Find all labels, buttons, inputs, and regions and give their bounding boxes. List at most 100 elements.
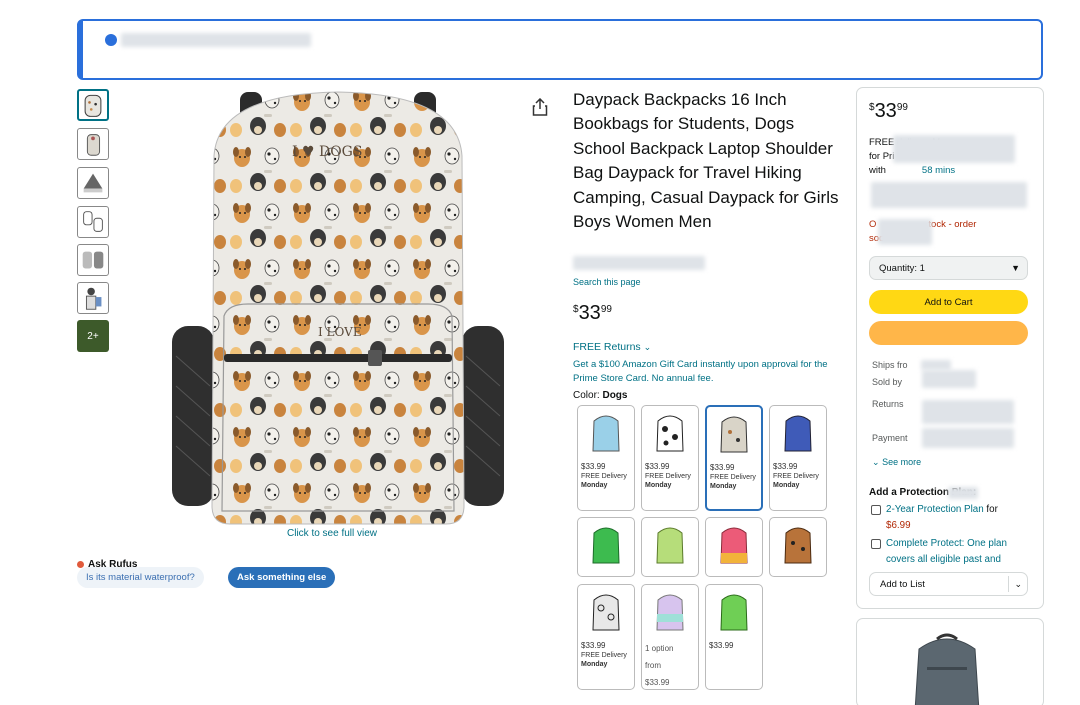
click-full-view-link[interactable]: Click to see full view (287, 528, 377, 539)
model-photo-icon (85, 287, 102, 310)
thumbnail-3[interactable] (77, 167, 109, 199)
rufus-suggested-question[interactable]: Is its material waterproof? (77, 567, 204, 588)
thumbnail-5[interactable] (77, 244, 109, 276)
swatch-option[interactable] (769, 517, 827, 577)
thumbnail-2[interactable] (77, 128, 109, 160)
delivery-line: with 58 mins (869, 164, 955, 178)
backpack-pocket-print-text: I LOVE (318, 325, 362, 339)
divider (1008, 576, 1009, 592)
swatch-option[interactable] (577, 517, 635, 577)
swatch-price: $33.99 (773, 462, 798, 471)
swatch-option[interactable]: $33.99 (705, 584, 763, 690)
swatch-delivery-day: Monday (710, 483, 737, 490)
person-backpack-icon (86, 134, 101, 156)
gift-card-offer[interactable]: Get a $100 Amazon Gift Card instantly up… (573, 358, 843, 386)
main-product-image[interactable]: I ♥ DOGS I LOVE (168, 86, 508, 526)
backpack-swatch-icon (592, 594, 620, 631)
plan2-link[interactable]: Complete Protect: One plan covers all el… (886, 538, 1007, 565)
add-to-cart-button[interactable]: Add to Cart (869, 290, 1028, 314)
redacted-notice-text (121, 33, 311, 47)
swatch-price: $33.99 (645, 462, 670, 471)
sold-by-label: Sold by (872, 377, 903, 387)
swatch-option[interactable] (641, 517, 699, 577)
ask-something-else-button[interactable]: Ask something else (228, 567, 336, 588)
redacted-sold-by (922, 370, 976, 388)
product-price: $3399 (573, 302, 612, 325)
backpack-swatch-icon (784, 415, 812, 452)
swatch-option[interactable]: $33.99 FREE Delivery Monday (769, 405, 827, 511)
backpack-thumbnail-icon (84, 94, 102, 117)
thumbnail-more[interactable]: 2+ (77, 320, 109, 352)
redacted-ships-from (921, 360, 951, 370)
backpack-swatch-icon (656, 594, 684, 631)
color-label: Color: Dogs (573, 390, 627, 401)
swatch-delivery-day: Monday (581, 482, 608, 489)
thumbnail-4[interactable] (77, 206, 109, 238)
chevron-down-icon: ▼ (1011, 263, 1020, 273)
redacted-payment (922, 428, 1014, 448)
swatch-option[interactable]: $33.99 FREE Delivery Monday (641, 405, 699, 511)
dog-backpack-illustration: I ♥ DOGS I LOVE (172, 91, 504, 525)
chevron-down-icon: ⌄ (872, 457, 880, 467)
plan-checkbox[interactable] (871, 505, 881, 515)
swatch-from: from (645, 661, 661, 670)
backpack-swatch-icon (656, 415, 684, 452)
swatch-delivery: FREE Delivery (645, 473, 691, 480)
thumbnail-1[interactable] (77, 89, 109, 121)
plan1-link[interactable]: 2-Year Protection Plan (886, 504, 984, 515)
stock-line: tock - order (928, 219, 977, 230)
backpack-swatch-icon (592, 527, 620, 564)
delivery-countdown: 58 mins (921, 165, 956, 176)
backpack-swatch-icon (656, 527, 684, 564)
swatch-option-count: 1 option (645, 644, 674, 653)
thumbnail-more-label: 2+ (87, 330, 99, 342)
sponsored-product-box[interactable] (856, 618, 1044, 705)
swatch-option-selected[interactable]: $33.99 FREE Delivery Monday (705, 405, 763, 511)
buybox-price-symbol: $ (869, 102, 875, 113)
thumbnail-6[interactable] (77, 282, 109, 314)
swatch-delivery-day: Monday (773, 482, 800, 489)
add-to-list-label: Add to List (880, 578, 925, 590)
delivery-within: with (869, 165, 886, 176)
returns-label: Returns (872, 399, 904, 409)
buybox-price-cents: 99 (896, 102, 908, 113)
price-whole: 33 (578, 302, 601, 324)
swatch-delivery: FREE Delivery (581, 473, 627, 480)
free-returns-label: FREE Returns (573, 341, 641, 353)
backpack-swatch-icon (592, 415, 620, 452)
redacted-stock (878, 219, 932, 245)
hat-icon (83, 173, 103, 193)
stock-line: O (869, 219, 877, 230)
swatch-delivery: FREE Delivery (581, 652, 627, 659)
redacted-protection-title (948, 487, 978, 499)
buy-now-button[interactable] (869, 321, 1028, 345)
backpack-dogs-print-text: I ♥ DOGS (292, 144, 362, 160)
backpack-swatch-icon (720, 416, 748, 453)
product-title: Daypack Backpacks 16 Inch Bookbags for S… (573, 90, 839, 232)
search-this-page-link[interactable]: Search this page (573, 277, 641, 287)
quantity-select[interactable]: Quantity: 1 ▼ (869, 256, 1028, 280)
color-label-text: Color: (573, 390, 600, 401)
swatch-option[interactable]: $33.99 FREE Delivery Monday (577, 405, 635, 511)
see-more-link[interactable]: ⌄ See more (872, 457, 921, 468)
compartments-icon (82, 251, 104, 269)
backpack-swatch-icon (784, 527, 812, 564)
swatch-delivery-day: Monday (581, 661, 608, 668)
swatch-option[interactable] (705, 517, 763, 577)
redacted-ratings (573, 256, 705, 270)
ships-from-label: Ships fro (872, 360, 908, 370)
add-to-list-button[interactable]: Add to List ⌄ (869, 572, 1028, 596)
price-cents: 99 (600, 304, 612, 315)
swatch-price: $33.99 (581, 462, 606, 471)
size-chart-icon (83, 211, 103, 232)
swatch-delivery: FREE Delivery (710, 474, 756, 481)
share-icon[interactable] (532, 98, 548, 116)
buybox-price-whole: 33 (874, 100, 897, 122)
plan-checkbox[interactable] (871, 539, 881, 549)
free-returns-link[interactable]: FREE Returns ⌄ (573, 341, 651, 353)
swatch-option[interactable]: $33.99 FREE Delivery Monday (577, 584, 635, 690)
protection-plan-1: 2-Year Protection Plan for $6.99 (886, 502, 1028, 534)
notice-banner (77, 19, 1043, 80)
backpack-swatch-icon (720, 527, 748, 564)
swatch-option[interactable]: 1 option from $33.99 (641, 584, 699, 690)
